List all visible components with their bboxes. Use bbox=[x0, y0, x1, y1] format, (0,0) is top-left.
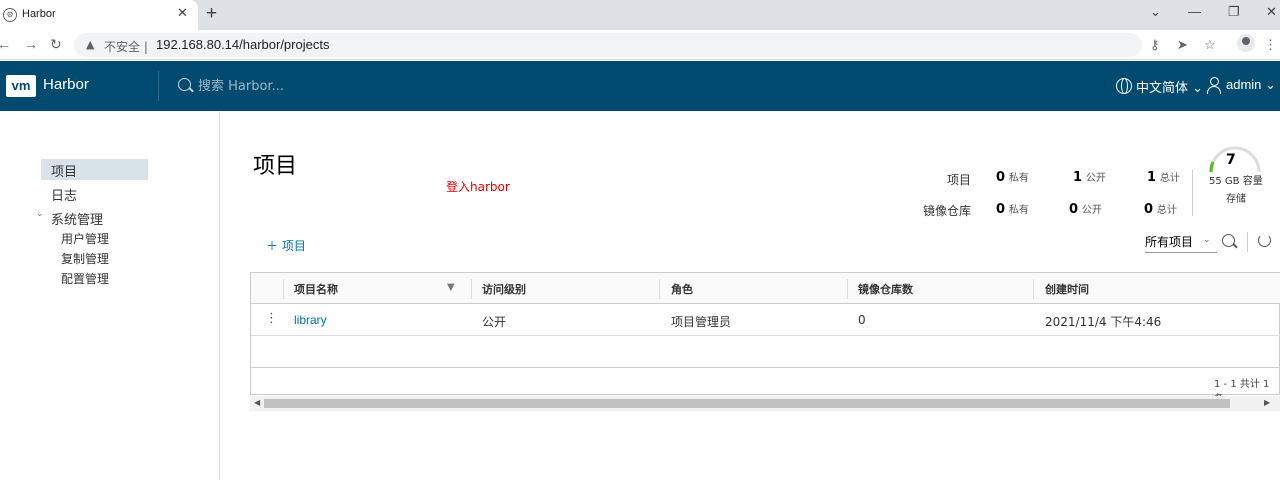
column-header-access[interactable]: 访问级别 bbox=[482, 281, 526, 297]
storage-capacity: 55 GB 容量 bbox=[1209, 176, 1263, 187]
header-divider bbox=[158, 71, 159, 101]
chevron-down-icon: ⌄ bbox=[1203, 235, 1211, 245]
user-icon bbox=[1206, 77, 1222, 95]
column-header-name[interactable]: 项目名称 bbox=[294, 281, 338, 297]
stats-repos-public: 0 公开 bbox=[1069, 202, 1102, 217]
sidebar-item-configuration[interactable]: 配置管理 bbox=[61, 270, 109, 287]
stats-divider bbox=[1192, 170, 1193, 216]
reload-icon[interactable]: ↻ bbox=[50, 36, 62, 53]
bookmark-star-icon[interactable]: ☆ bbox=[1204, 37, 1216, 53]
column-header-role[interactable]: 角色 bbox=[671, 281, 693, 297]
projects-table: 项目名称 ▼ 访问级别 角色 镜像仓库数 创建时间 ⋮ library 公开 项… bbox=[250, 272, 1280, 405]
column-divider[interactable] bbox=[1033, 279, 1034, 299]
restore-icon[interactable]: ❐ bbox=[1228, 4, 1240, 20]
row-actions-icon[interactable]: ⋮ bbox=[265, 311, 278, 326]
tab-close-icon[interactable]: ✕ bbox=[177, 6, 188, 21]
project-name-link[interactable]: library bbox=[294, 313, 327, 327]
column-header-repos[interactable]: 镜像仓库数 bbox=[858, 281, 913, 297]
column-divider[interactable] bbox=[659, 279, 660, 299]
forward-icon[interactable]: → bbox=[24, 36, 38, 52]
stats-repos-label: 镜像仓库 bbox=[923, 204, 972, 218]
table-row: ⋮ library 公开 项目管理员 0 2021/11/4 下午4:46 bbox=[251, 305, 1280, 336]
send-icon[interactable]: ➤ bbox=[1177, 37, 1188, 53]
omnibox[interactable]: ▲ 不安全 | 192.168.80.14/harbor/projects bbox=[74, 33, 1142, 57]
minimize-icon[interactable]: — bbox=[1188, 4, 1201, 19]
column-divider[interactable] bbox=[471, 279, 472, 299]
new-tab-icon[interactable]: + bbox=[206, 3, 217, 25]
sidebar-item-admin[interactable]: 系统管理 bbox=[51, 209, 103, 228]
filter-icon[interactable]: ▼ bbox=[447, 282, 455, 293]
sidebar-item-replication[interactable]: 复制管理 bbox=[61, 250, 109, 267]
back-icon[interactable]: ← bbox=[0, 36, 11, 52]
browser-tab[interactable]: ⚙ Harbor ✕ bbox=[0, 0, 198, 30]
user-menu[interactable]: admin ⌄ bbox=[1226, 77, 1276, 93]
stats-projects-public: 1 公开 bbox=[1073, 170, 1106, 185]
tab-title: Harbor bbox=[22, 8, 56, 20]
storage-label: 存储 bbox=[1226, 194, 1246, 205]
storage-count: 7 bbox=[1226, 152, 1236, 168]
close-window-icon[interactable]: ✕ bbox=[1266, 4, 1277, 20]
page-title: 项目 bbox=[253, 154, 298, 179]
scrollbar-thumb[interactable] bbox=[264, 399, 1230, 408]
browser-address-bar: ← → ↻ ▲ 不安全 | 192.168.80.14/harbor/proje… bbox=[0, 30, 1280, 60]
tab-search-chevron-icon[interactable]: ⌄ bbox=[1150, 4, 1161, 20]
project-repo-count: 0 bbox=[858, 313, 866, 327]
horizontal-scrollbar[interactable]: ◀ ▶ bbox=[250, 396, 1280, 411]
stats-repos-total: 0 总计 bbox=[1144, 202, 1177, 217]
profile-avatar-icon[interactable] bbox=[1237, 34, 1255, 52]
add-project-button[interactable]: ＋ 项目 bbox=[266, 237, 306, 254]
table-header: 项目名称 ▼ 访问级别 角色 镜像仓库数 创建时间 bbox=[251, 273, 1280, 304]
stats-projects-private: 0 私有 bbox=[996, 170, 1029, 185]
search-icon bbox=[178, 78, 191, 91]
scroll-right-icon[interactable]: ▶ bbox=[1264, 398, 1270, 407]
refresh-icon[interactable] bbox=[1258, 234, 1271, 247]
scroll-left-icon[interactable]: ◀ bbox=[254, 398, 260, 407]
sidebar-item-logs[interactable]: 日志 bbox=[51, 185, 77, 204]
stats-repos-private: 0 私有 bbox=[996, 202, 1029, 217]
project-role: 项目管理员 bbox=[671, 315, 732, 329]
column-divider[interactable] bbox=[847, 279, 848, 299]
menu-icon[interactable]: ⋮ bbox=[1264, 37, 1277, 53]
global-search-input[interactable] bbox=[198, 76, 398, 96]
project-filter-select[interactable]: 所有项目 ⌄ bbox=[1145, 233, 1217, 253]
search-icon[interactable] bbox=[1222, 234, 1235, 247]
stats-projects-total: 1 总计 bbox=[1147, 170, 1180, 185]
sidebar-item-projects[interactable]: 项目 bbox=[51, 161, 77, 180]
warning-icon[interactable]: ▲ bbox=[86, 38, 94, 51]
vmware-logo: vm bbox=[6, 75, 36, 97]
sidebar-item-users[interactable]: 用户管理 bbox=[61, 230, 109, 247]
language-selector[interactable]: 中文简体 ⌄ bbox=[1136, 77, 1203, 96]
browser-tab-bar: ⚙ Harbor ✕ + ⌄ — ❐ ✕ bbox=[0, 0, 1280, 30]
key-icon[interactable]: ⚷ bbox=[1150, 37, 1160, 53]
column-divider bbox=[283, 279, 284, 299]
url-text[interactable]: 192.168.80.14/harbor/projects bbox=[156, 37, 329, 52]
sidebar: 项目 日志 ⌄ 系统管理 用户管理 复制管理 配置管理 bbox=[0, 111, 220, 480]
globe-icon bbox=[1116, 78, 1132, 94]
table-footer: 1 - 1 共计 1 条 bbox=[251, 367, 1280, 405]
project-access: 公开 bbox=[482, 315, 507, 329]
brand-name[interactable]: Harbor bbox=[43, 76, 89, 93]
stats-projects-label: 项目 bbox=[947, 173, 972, 187]
annotation-text: 登入harbor bbox=[446, 180, 510, 194]
chevron-down-icon[interactable]: ⌄ bbox=[36, 209, 44, 219]
project-created-time: 2021/11/4 下午4:46 bbox=[1045, 315, 1162, 329]
app-header: vm Harbor 中文简体 ⌄ admin ⌄ bbox=[0, 61, 1280, 111]
harbor-favicon-icon: ⚙ bbox=[3, 8, 17, 22]
column-header-created[interactable]: 创建时间 bbox=[1045, 281, 1089, 297]
insecure-label[interactable]: 不安全 | bbox=[104, 38, 148, 55]
toolbar-divider bbox=[1247, 232, 1248, 252]
